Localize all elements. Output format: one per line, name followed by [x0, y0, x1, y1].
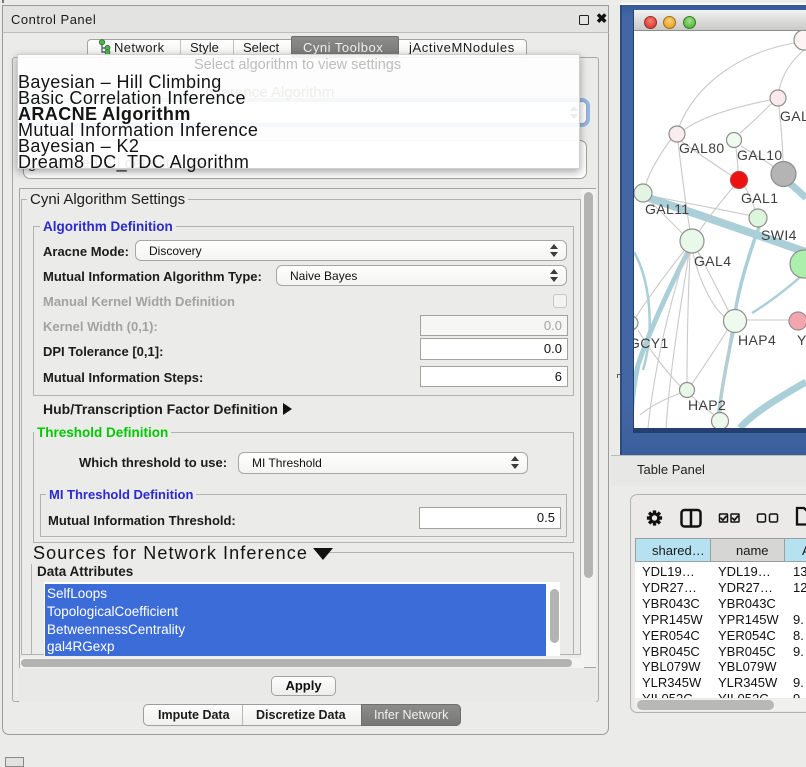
svg-text:GCY1: GCY1	[634, 335, 669, 351]
svg-text:GAL80: GAL80	[679, 140, 725, 156]
svg-text:GAL10: GAL10	[737, 147, 783, 163]
svg-text:HAP2: HAP2	[688, 397, 726, 413]
svg-text:GAL7: GAL7	[780, 108, 806, 124]
svg-text:SWI4: SWI4	[761, 227, 797, 243]
svg-text:YJ: YJ	[797, 332, 806, 348]
svg-text:GAL11: GAL11	[645, 201, 690, 217]
svg-text:GAL1: GAL1	[741, 190, 778, 206]
svg-text:GAL4: GAL4	[694, 253, 731, 269]
svg-text:HAP4: HAP4	[738, 332, 776, 348]
